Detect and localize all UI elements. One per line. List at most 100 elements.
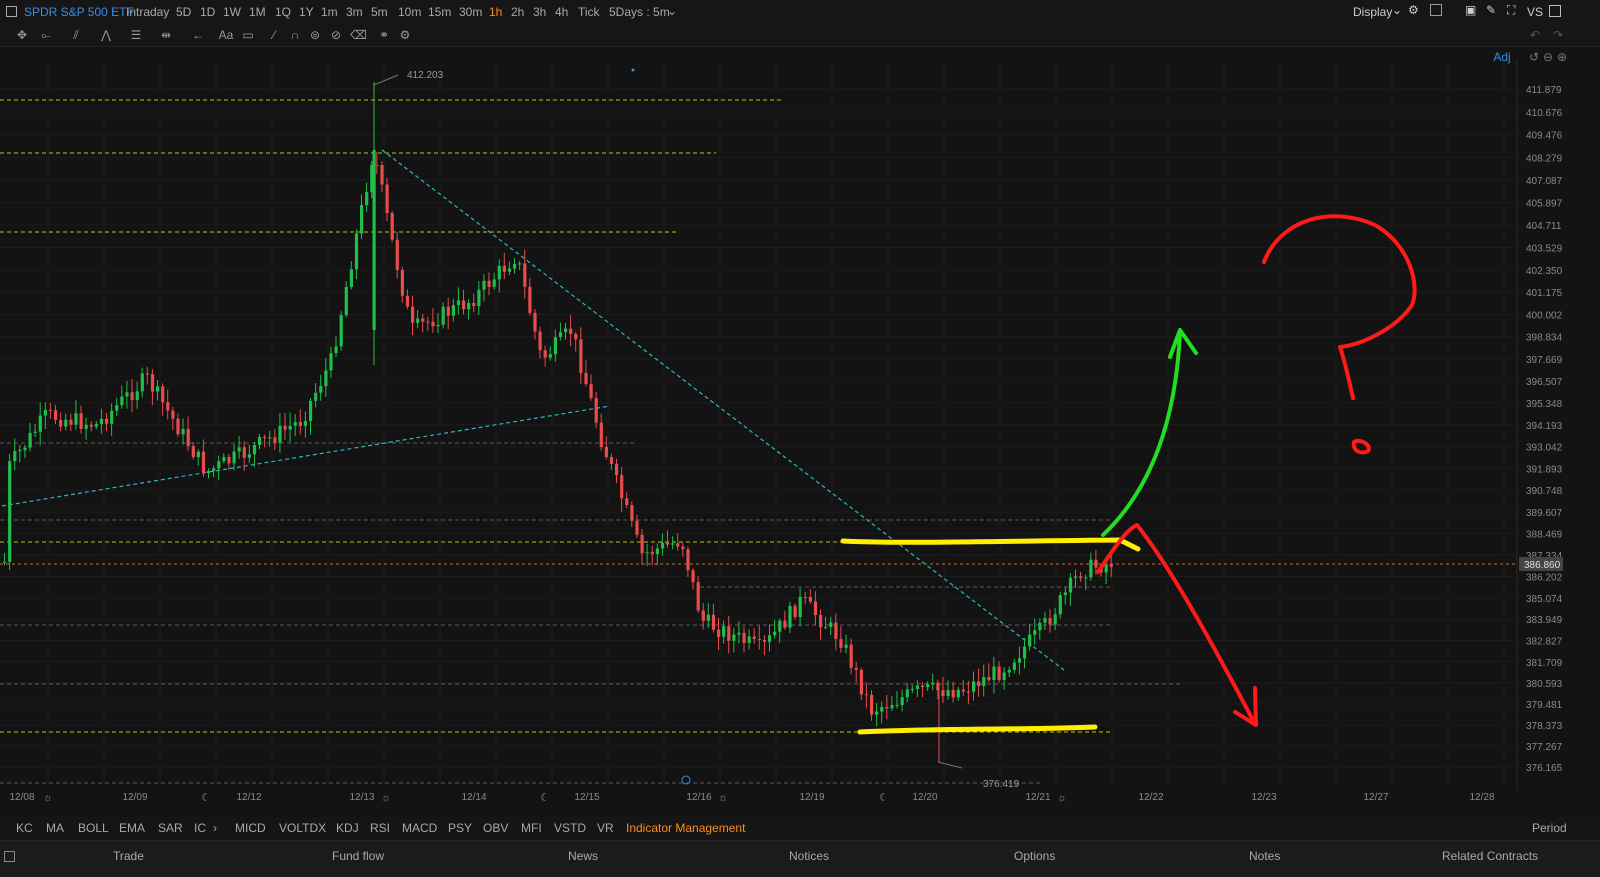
candle-body	[711, 614, 716, 630]
zoom-out-icon[interactable]: ⊖	[1543, 50, 1553, 64]
symbol-title[interactable]: SPDR S&P 500 ETF	[24, 5, 134, 19]
price-tick-label: 380.593	[1526, 679, 1563, 690]
candle-body	[278, 425, 282, 443]
adj-label[interactable]: Adj	[1493, 50, 1510, 64]
channel-tool-icon[interactable]: ⫽	[68, 27, 84, 43]
price-tick-label: 402.350	[1526, 266, 1563, 277]
period-tab-1m[interactable]: 1m	[321, 5, 338, 19]
indicator-psy[interactable]: PSY	[448, 821, 472, 835]
period-button[interactable]: Period	[1532, 821, 1567, 835]
chevron-down-icon[interactable]: ⌄	[1392, 3, 1402, 17]
measure-tool-icon[interactable]: ⇹	[158, 27, 174, 43]
magnet-icon[interactable]: ∩	[287, 27, 303, 43]
zoom-in-icon[interactable]: ⊕	[1557, 50, 1567, 64]
period-tab-intraday[interactable]: Intraday	[126, 5, 169, 19]
indicator-voltdx[interactable]: VOLTDX	[279, 821, 326, 835]
period-tab-1y[interactable]: 1Y	[299, 5, 314, 19]
layout-icon[interactable]	[1430, 4, 1442, 16]
camera-icon[interactable]: ▣	[1465, 3, 1476, 17]
indicator-ma[interactable]: MA	[46, 821, 64, 835]
indicator-obv[interactable]: OBV	[483, 821, 508, 835]
multi-day-selector[interactable]: 5Days : 5m	[609, 5, 670, 19]
tab-options[interactable]: Options	[1014, 849, 1055, 863]
indicator-management-link[interactable]: Indicator Management	[626, 821, 745, 835]
maximize-icon[interactable]	[1549, 5, 1561, 17]
pattern-tool-icon[interactable]: ⋀	[98, 27, 114, 43]
indicator-mfi[interactable]: MFI	[521, 821, 542, 835]
tab-notices[interactable]: Notices	[789, 849, 829, 863]
candle-body	[864, 694, 869, 696]
period-tab-1h[interactable]: 1h	[489, 5, 502, 19]
period-tab-1w[interactable]: 1W	[223, 5, 241, 19]
panel-toggle-icon[interactable]	[4, 851, 15, 862]
indicator-kdj[interactable]: KDJ	[336, 821, 359, 835]
price-chart[interactable]: 411.879 410.676 409.476 408.279 407.087 405.8…	[0, 47, 1600, 817]
brush-icon[interactable]: ⁄	[266, 27, 282, 43]
period-tab-1d[interactable]: 1D	[200, 5, 215, 19]
indicator-micd[interactable]: MICD	[235, 821, 266, 835]
indicator-boll[interactable]: BOLL	[78, 821, 109, 835]
period-tab-4h[interactable]: 4h	[555, 5, 568, 19]
period-tab-5d[interactable]: 5D	[176, 5, 191, 19]
fibonacci-tool-icon[interactable]: ☰	[128, 27, 144, 43]
comment-icon[interactable]: ▭	[240, 27, 256, 43]
candle-body	[1033, 630, 1037, 635]
hide-icon[interactable]: ⊘	[328, 27, 344, 43]
trash-icon[interactable]: ⌫	[350, 27, 367, 43]
indicator-sar[interactable]: SAR	[158, 821, 183, 835]
fullscreen-icon[interactable]: ⛶	[1507, 3, 1515, 18]
indicator-macd[interactable]: MACD	[402, 821, 437, 835]
candle-body	[553, 337, 557, 355]
chevron-down-icon[interactable]: ⌄	[667, 4, 677, 18]
arrow-tool-icon[interactable]: ←	[190, 27, 206, 43]
text-tool-icon[interactable]: Aa	[218, 27, 234, 43]
current-price-label: 386.860	[1524, 560, 1561, 571]
indicator-vr[interactable]: VR	[597, 821, 614, 835]
tab-news[interactable]: News	[568, 849, 598, 863]
link-icon[interactable]: ⚭	[376, 27, 392, 43]
period-tab-3m[interactable]: 3m	[346, 5, 363, 19]
indicator-ic[interactable]: IC	[194, 821, 206, 835]
period-tab-2h[interactable]: 2h	[511, 5, 524, 19]
tab-fund-flow[interactable]: Fund flow	[332, 849, 384, 863]
reset-icon[interactable]: ↺	[1529, 50, 1539, 64]
candle-body	[808, 596, 812, 602]
candle-body	[293, 422, 297, 426]
candle-body	[997, 666, 1001, 680]
period-tab-1mo[interactable]: 1M	[249, 5, 266, 19]
candle-body	[977, 681, 981, 686]
candle-body	[1048, 618, 1052, 625]
compare-vs-button[interactable]: VS	[1527, 5, 1543, 19]
gear-icon[interactable]: ⚙	[1408, 3, 1419, 17]
period-tab-1q[interactable]: 1Q	[275, 5, 291, 19]
tab-notes[interactable]: Notes	[1249, 849, 1280, 863]
candle-body	[921, 685, 925, 688]
line-tool-icon[interactable]: ⟜	[38, 27, 54, 43]
tab-related-contracts[interactable]: Related Contracts	[1442, 849, 1538, 863]
price-tick-label: 411.879	[1526, 85, 1562, 96]
chevron-right-icon[interactable]: ›	[213, 821, 217, 835]
indicator-kc[interactable]: KC	[16, 821, 33, 835]
period-tab-30m[interactable]: 30m	[459, 5, 482, 19]
period-tab-15m[interactable]: 15m	[428, 5, 451, 19]
pencil-icon[interactable]: ✎	[1486, 3, 1496, 17]
period-tab-5m[interactable]: 5m	[371, 5, 388, 19]
period-tab-tick[interactable]: Tick	[578, 5, 600, 19]
period-tab-3h[interactable]: 3h	[533, 5, 546, 19]
tab-trade[interactable]: Trade	[113, 849, 144, 863]
display-menu[interactable]: Display	[1353, 5, 1392, 19]
lock-icon[interactable]: ⊜	[307, 27, 323, 43]
move-icon[interactable]: ✥	[14, 27, 30, 43]
indicator-rsi[interactable]: RSI	[370, 821, 390, 835]
window-icon[interactable]	[6, 6, 17, 17]
redo-icon[interactable]: ↷	[1550, 27, 1566, 43]
price-axis: 411.879 410.676 409.476 408.279 407.087 405.8…	[1519, 85, 1563, 774]
indicator-ema[interactable]: EMA	[119, 821, 145, 835]
undo-icon[interactable]: ↶	[1527, 27, 1543, 43]
settings-icon[interactable]: ⚙	[397, 27, 413, 43]
period-tab-10m[interactable]: 10m	[398, 5, 421, 19]
candle-body	[436, 324, 440, 327]
candle-body	[518, 263, 522, 265]
candle-body	[196, 451, 200, 458]
indicator-vstd[interactable]: VSTD	[554, 821, 586, 835]
